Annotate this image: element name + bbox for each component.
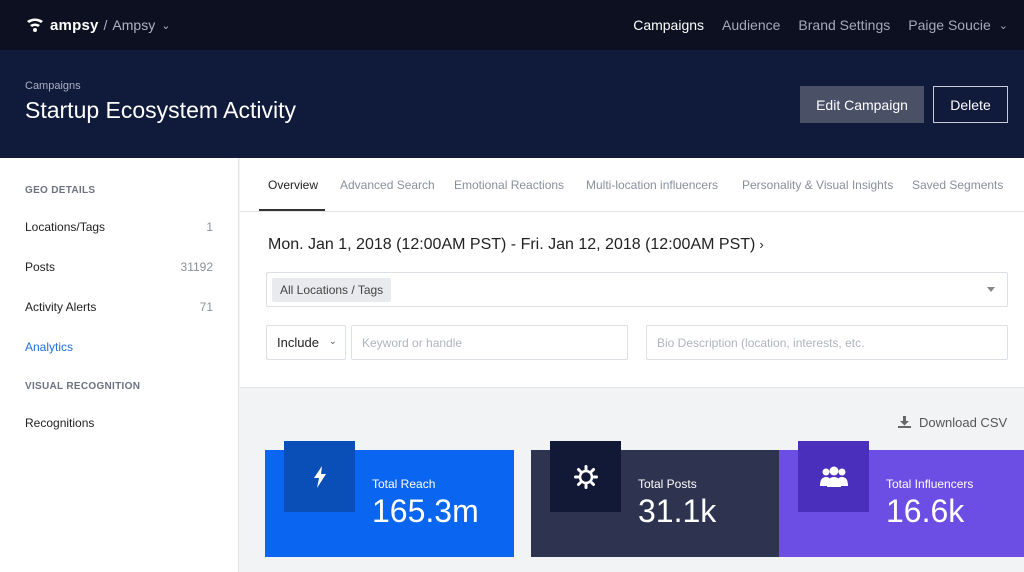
sidebar-item-label: Recognitions [25, 416, 95, 430]
location-select[interactable]: All Locations / Tags [266, 272, 1008, 307]
sidebar-item-count: 71 [199, 300, 213, 314]
stat-value: 16.6k [886, 493, 965, 529]
sidebar: GEO DETAILS Locations/Tags 1 Posts 31192… [0, 158, 239, 572]
users-icon [798, 441, 869, 512]
date-range-label: Mon. Jan 1, 2018 (12:00AM PST) - Fri. Ja… [268, 236, 756, 253]
nav-links: Campaigns Audience Brand Settings Paige … [615, 0, 1008, 50]
sidebar-item-posts[interactable]: Posts 31192 [25, 260, 213, 274]
keyword-input[interactable] [351, 325, 628, 360]
stat-value: 31.1k [638, 493, 717, 529]
sidebar-section-visual-recognition: VISUAL RECOGNITION [25, 381, 141, 392]
campaign-header: Campaigns Startup Ecosystem Activity Edi… [0, 50, 1024, 158]
sidebar-item-label: Posts [25, 260, 56, 274]
active-tab-indicator [259, 209, 325, 211]
stat-card-total-posts: Total Posts 31.1k [531, 441, 780, 557]
tab-saved-segments[interactable]: Saved Segments [912, 178, 1003, 192]
nav-campaigns[interactable]: Campaigns [633, 17, 704, 33]
nav-user-menu[interactable]: Paige Soucie [908, 17, 991, 33]
download-csv-button[interactable]: Download CSV [898, 415, 1007, 430]
brand-name: ampsy [50, 16, 99, 34]
sidebar-item-count: 1 [206, 220, 213, 234]
include-select-value: Include [277, 335, 319, 350]
tab-advanced-search[interactable]: Advanced Search [340, 178, 435, 192]
sidebar-section-geo-details: GEO DETAILS [25, 185, 96, 196]
edit-campaign-button[interactable]: Edit Campaign [800, 86, 924, 123]
chevron-down-icon: ⌄ [161, 19, 171, 32]
filter-panel: Mon. Jan 1, 2018 (12:00AM PST) - Fri. Ja… [240, 212, 1024, 388]
chevron-right-icon: › [759, 237, 764, 252]
sidebar-item-locations-tags[interactable]: Locations/Tags 1 [25, 220, 213, 234]
brand-separator: / [103, 17, 108, 33]
stat-label: Total Posts [638, 477, 697, 491]
stat-card-total-influencers: Total Influencers 16.6k [779, 441, 1024, 557]
stat-card-total-reach: Total Reach 165.3m [265, 441, 514, 557]
nav-audience[interactable]: Audience [722, 17, 780, 33]
location-pill[interactable]: All Locations / Tags [272, 278, 392, 302]
sidebar-item-label: Activity Alerts [25, 300, 97, 314]
chevron-down-icon: ⌄ [328, 336, 337, 347]
stat-label: Total Influencers [886, 477, 974, 491]
stat-value: 165.3m [372, 493, 479, 529]
tab-emotional-reactions[interactable]: Emotional Reactions [454, 178, 564, 192]
breadcrumb[interactable]: Campaigns [25, 80, 81, 92]
sidebar-item-label: Locations/Tags [25, 220, 106, 234]
caret-down-icon [987, 287, 995, 292]
download-icon [898, 416, 911, 428]
org-name: Ampsy [112, 17, 156, 33]
ampsy-logo-icon [27, 18, 43, 32]
tab-personality-visual-insights[interactable]: Personality & Visual Insights [742, 178, 893, 192]
sidebar-item-analytics[interactable]: Analytics [25, 340, 213, 354]
gear-icon [550, 441, 621, 512]
include-select[interactable]: Include ⌄ [266, 325, 346, 360]
brand-switcher[interactable]: ampsy / Ampsy ⌄ [26, 17, 170, 34]
sidebar-item-recognitions[interactable]: Recognitions [25, 416, 213, 430]
download-csv-label: Download CSV [919, 415, 1008, 430]
sidebar-item-count: 31192 [180, 260, 213, 274]
tab-bar: Overview Advanced Search Emotional React… [240, 158, 1024, 212]
sidebar-item-activity-alerts[interactable]: Activity Alerts 71 [25, 300, 213, 314]
tab-overview[interactable]: Overview [268, 178, 318, 192]
lightning-icon [284, 441, 355, 512]
tab-multi-location-influencers[interactable]: Multi-location influencers [586, 178, 718, 192]
page-title: Startup Ecosystem Activity [25, 97, 296, 123]
nav-brand-settings[interactable]: Brand Settings [798, 17, 890, 33]
delete-button[interactable]: Delete [933, 86, 1008, 123]
date-range-picker[interactable]: Mon. Jan 1, 2018 (12:00AM PST) - Fri. Ja… [268, 236, 764, 254]
bio-description-input[interactable] [646, 325, 1008, 360]
sidebar-item-label: Analytics [25, 340, 74, 354]
chevron-down-icon[interactable]: ⌄ [999, 19, 1008, 32]
top-navbar: ampsy / Ampsy ⌄ Campaigns Audience Brand… [0, 0, 1024, 50]
stat-label: Total Reach [372, 477, 436, 491]
